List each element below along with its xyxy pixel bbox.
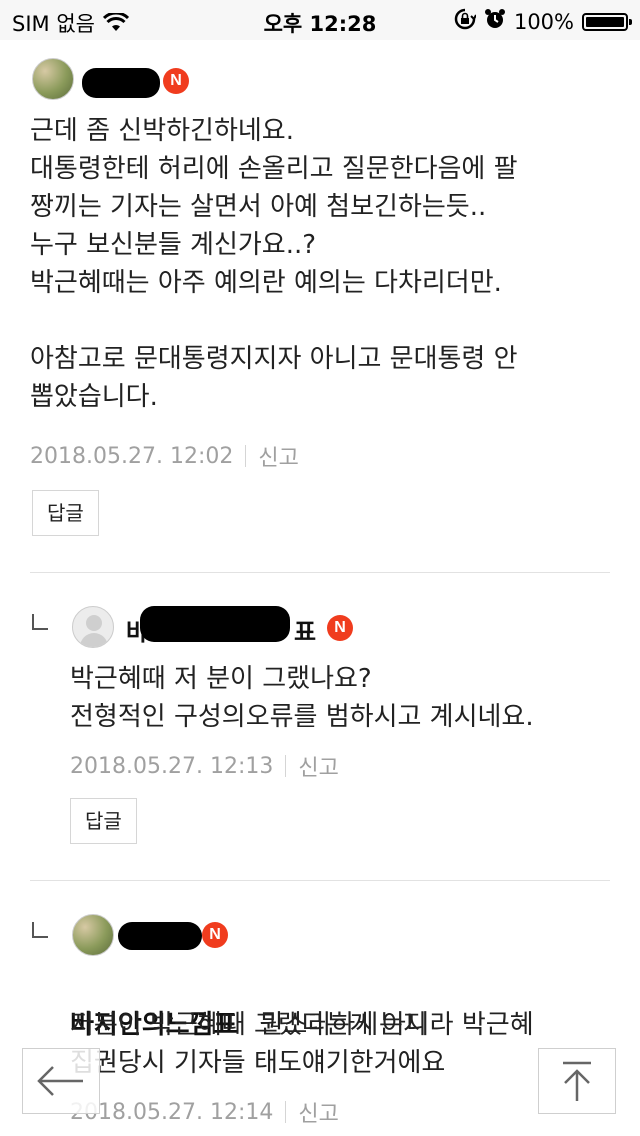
divider — [285, 1101, 287, 1123]
new-badge: N — [163, 68, 189, 94]
new-badge: N — [327, 615, 353, 641]
scroll-top-icon — [563, 1061, 591, 1101]
comment-meta: 2018.05.27. 12:14 신고 — [70, 1096, 339, 1128]
report-link[interactable]: 신고 — [258, 440, 298, 472]
divider — [30, 572, 610, 573]
comment-text: 근데 좀 신박하긴하네요. 대통령한테 허리에 손올리고 질문한다음에 팔 짱끼… — [30, 116, 518, 412]
avatar[interactable] — [32, 58, 74, 100]
comment-meta: 2018.05.27. 12:13 신고 — [70, 750, 339, 782]
battery-icon — [582, 12, 632, 31]
redacted-author-name — [140, 606, 290, 642]
reply-button[interactable]: 답글 — [32, 490, 99, 536]
divider — [245, 445, 247, 467]
back-arrow-icon — [37, 1066, 83, 1096]
avatar[interactable] — [72, 914, 114, 956]
redacted-author-name — [82, 68, 160, 98]
comment-meta: 2018.05.27. 12:02 신고 — [30, 440, 299, 472]
author-name-end[interactable]: 표 — [294, 612, 316, 647]
avatar[interactable] — [72, 606, 114, 648]
battery-percent: 100% — [513, 9, 574, 34]
alarm-icon — [484, 8, 506, 35]
comment-date: 2018.05.27. 12:14 — [70, 1099, 274, 1125]
divider — [285, 755, 287, 777]
report-link[interactable]: 신고 — [298, 1096, 338, 1128]
divider — [30, 880, 610, 881]
status-bar: SIM 없음 오후 12:28 100% — [0, 0, 640, 40]
back-button[interactable] — [22, 1048, 100, 1114]
comment-date: 2018.05.27. 12:02 — [30, 443, 234, 469]
reply-button[interactable]: 답글 — [70, 798, 137, 844]
scroll-top-button[interactable] — [538, 1048, 616, 1114]
rotation-lock-icon — [454, 8, 477, 35]
new-badge: N — [202, 922, 228, 948]
reply-indent-icon — [32, 614, 48, 630]
comment-date: 2018.05.27. 12:13 — [70, 753, 274, 779]
reply-indent-icon — [32, 922, 48, 938]
comment-text: 박근혜때 저 분이 그랬나요? 전형적인 구성의오류를 범하시고 계시네요. — [70, 664, 534, 732]
redacted-author-name — [118, 922, 202, 950]
report-link[interactable]: 신고 — [298, 750, 338, 782]
